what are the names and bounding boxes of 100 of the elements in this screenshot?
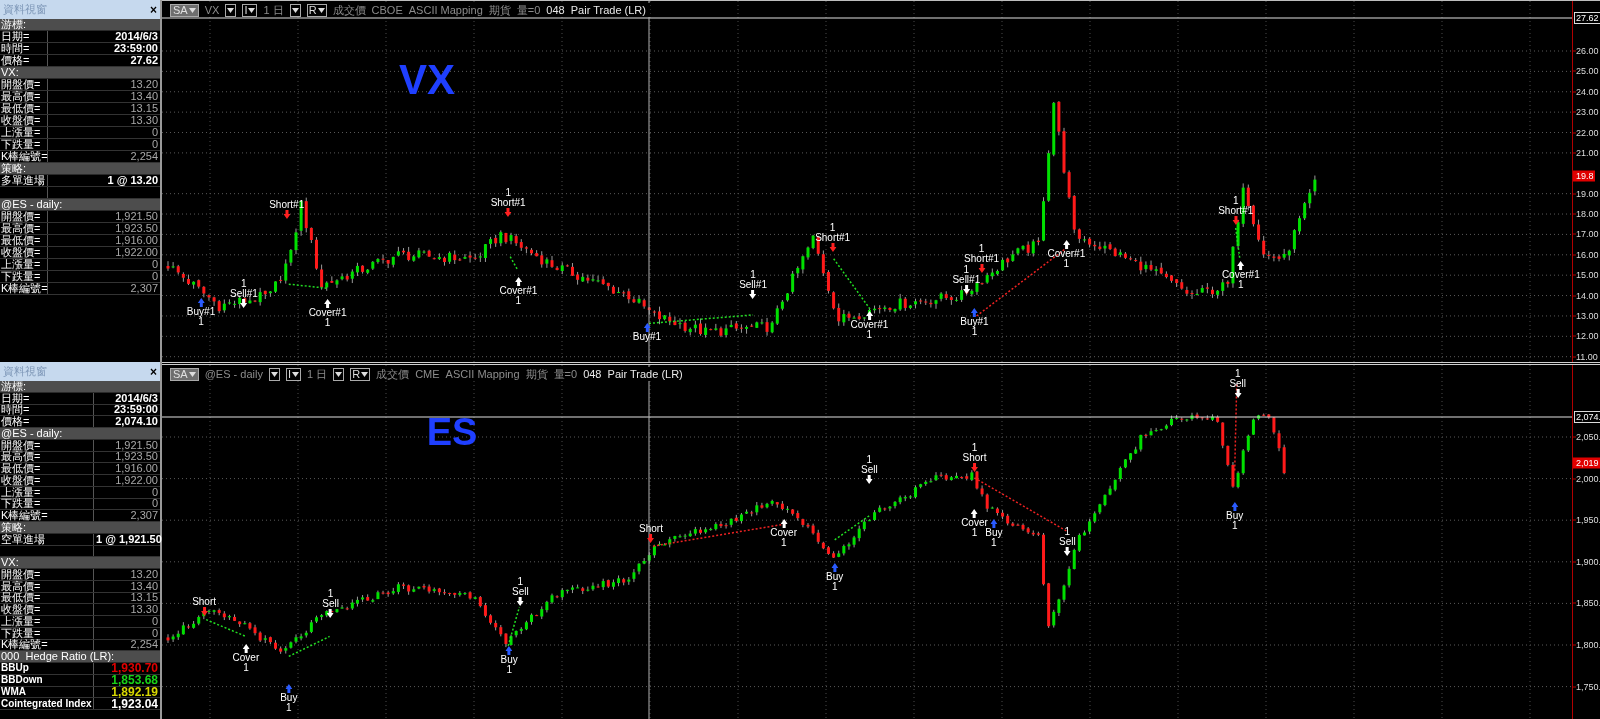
quantity-label: 1: [750, 270, 756, 281]
toolbar-label: 成交價: [376, 366, 410, 382]
strategy-title: 048 Pair Trade (LR): [583, 366, 683, 382]
axis-label: 2,050.: [1576, 432, 1600, 442]
trade-label: Buy: [1226, 511, 1244, 522]
field-label: 上漲量=: [0, 259, 48, 270]
toolbar-label: VX: [204, 2, 220, 18]
field-value: 13.40: [130, 91, 158, 102]
field-label: K棒編號=: [0, 283, 48, 294]
trade-label: Sell: [1059, 537, 1076, 548]
quantity-label: 1: [963, 265, 970, 276]
trade-label: Buy: [280, 692, 298, 703]
field-label: 收盤價=: [0, 247, 48, 258]
trade-label: Cover: [770, 527, 797, 538]
field-value: 2,074.10: [115, 416, 158, 428]
field-label: 收盤價=: [0, 475, 94, 486]
symbol-menu-button[interactable]: SA: [170, 3, 199, 17]
axis-label: 26.00: [1576, 46, 1599, 56]
field-value: 13.20: [130, 79, 158, 90]
field-value: 27.62: [130, 55, 158, 66]
field-value: 1,923.04: [111, 697, 158, 710]
quantity-label: 1: [1238, 279, 1244, 290]
toolbar-label: CBOE: [371, 2, 403, 18]
trade-label: Sell: [861, 464, 878, 475]
field-value: 2,254: [130, 151, 158, 162]
quantity-label: 1: [991, 537, 997, 548]
field-value: 0: [151, 627, 158, 639]
trade-label: Sell#1: [952, 275, 981, 286]
dropdown-button[interactable]: R: [306, 3, 327, 17]
field-label: WMA: [0, 686, 94, 698]
field-label: 下跌量=: [0, 139, 48, 150]
section-header: 策略:: [0, 163, 160, 175]
axis-label: 15.00: [1576, 270, 1599, 280]
field-label: 最高價=: [0, 91, 48, 102]
dropdown-button[interactable]: I: [242, 3, 258, 17]
toolbar-label: CME: [415, 366, 440, 382]
toolbar-label: 量=0: [516, 2, 541, 18]
field-value: 13.30: [130, 604, 158, 616]
symbol-label: VX: [399, 59, 455, 101]
trade-label: Sell: [512, 586, 529, 597]
field-label: K棒編號=: [0, 510, 94, 521]
close-button[interactable]: ×: [150, 3, 157, 16]
dropdown-button[interactable]: R: [350, 367, 371, 381]
quantity-label: 1: [978, 243, 985, 254]
axis-label: 23.00: [1576, 107, 1599, 117]
quantity-label: 1: [866, 454, 873, 465]
field-value: 13.30: [130, 115, 158, 126]
quantity-label: 1: [1063, 258, 1070, 269]
axis-label: 2,000.: [1576, 474, 1600, 484]
trade-label: Cover#1: [850, 319, 889, 330]
field-label: 上漲量=: [0, 616, 94, 627]
symbol-label: ES: [426, 413, 478, 451]
field-label: 最低價=: [0, 235, 48, 246]
strategy-title: 048 Pair Trade (LR): [546, 2, 646, 18]
field-value: 1,923.50: [115, 451, 158, 463]
field-value: 13.20: [130, 568, 158, 580]
trade-label: Short#1: [815, 232, 851, 243]
symbol-menu-button[interactable]: SA: [170, 367, 199, 381]
field-label: 開盤價=: [0, 569, 94, 580]
axis-label: 1,800.: [1576, 640, 1600, 650]
section-header: 000 Hedge Ratio (LR):: [0, 651, 160, 663]
field-value: 2,254: [130, 639, 158, 651]
section-header: VX:: [0, 557, 160, 569]
field-value: 0: [151, 486, 158, 498]
trade-label: Cover#1: [499, 285, 538, 296]
dropdown-button[interactable]: I: [285, 367, 301, 381]
axis-label: 13.00: [1576, 311, 1599, 321]
field-value: 1,922.00: [115, 474, 158, 486]
field-label: 開盤價=: [0, 79, 48, 90]
trade-label: Short#1: [490, 197, 526, 208]
trade-label: Cover: [232, 652, 260, 663]
trade-label: Buy: [500, 654, 518, 665]
axis-label: 24.00: [1576, 87, 1599, 97]
axis-label: 16.00: [1576, 250, 1599, 260]
field-label: 日期=: [0, 31, 48, 42]
quantity-label: 1: [780, 537, 787, 548]
axis-label: 25.00: [1576, 66, 1599, 76]
field-label: 上漲量=: [0, 127, 48, 138]
field-value: 0: [151, 127, 158, 138]
quantity-label: 1: [505, 187, 511, 198]
field-value: 2014/6/3: [115, 31, 158, 42]
field-label: 下跌量=: [0, 271, 48, 282]
trade-label: Short: [962, 453, 987, 464]
field-value: 0: [151, 615, 158, 627]
field-value: 2,307: [130, 283, 158, 294]
quantity-label: 1: [198, 316, 204, 327]
cursor-price-label: 2,074.: [1574, 411, 1600, 423]
quantity-label: 1: [1234, 368, 1241, 379]
last-price-tag: 2,019: [1573, 457, 1600, 469]
quantity-label: 1: [327, 589, 334, 600]
field-label: 空單進場: [0, 533, 94, 545]
close-button[interactable]: ×: [150, 365, 157, 378]
quantity-label: 1: [324, 318, 331, 328]
toolbar-label: 成交價: [332, 2, 366, 18]
field-label: 日期=: [0, 392, 94, 404]
field-value: 13.15: [130, 592, 158, 604]
toolbar-label: 1 日: [307, 366, 328, 382]
trade-label: Cover#1: [308, 308, 347, 318]
field-label: 最高價=: [0, 223, 48, 234]
toolbar-label: 量=0: [553, 366, 578, 382]
